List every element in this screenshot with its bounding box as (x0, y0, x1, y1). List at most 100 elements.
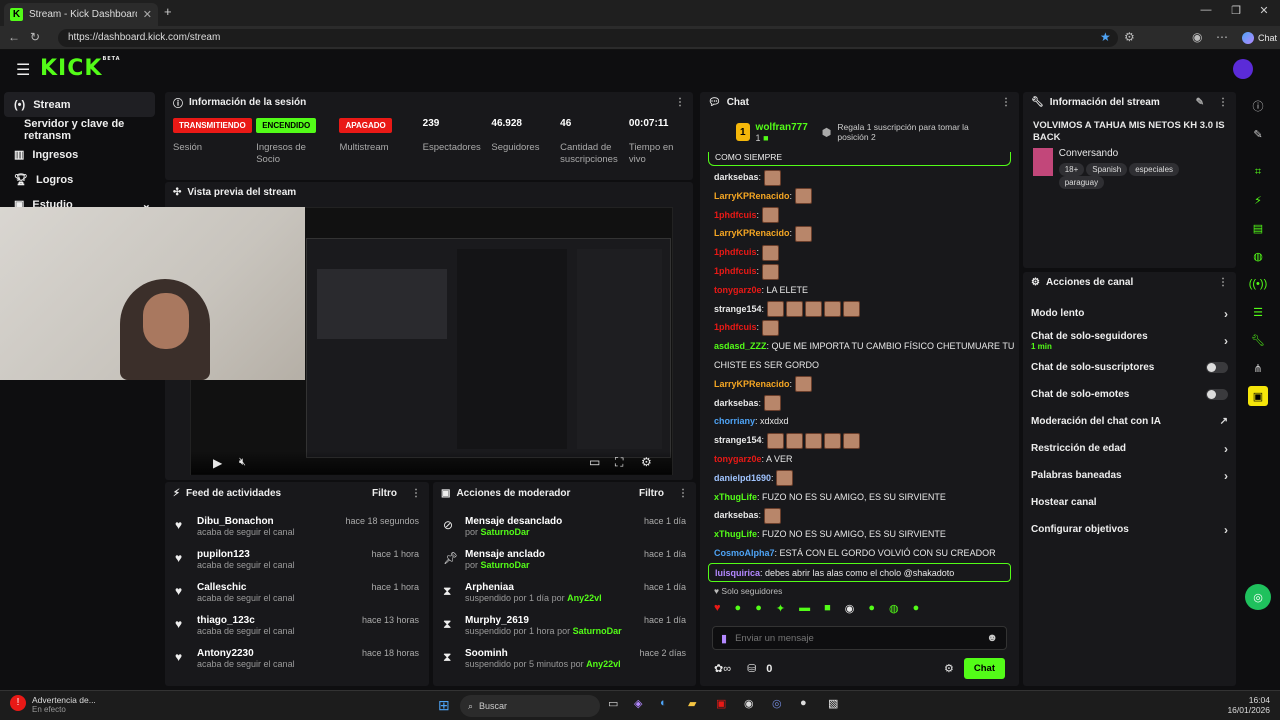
lightning-icon[interactable]: ⚡︎ (1248, 190, 1268, 210)
sidebar-item-stream[interactable]: (•) Stream (4, 92, 155, 117)
emote-icon[interactable]: ✦ (776, 602, 785, 618)
feed-user[interactable]: Calleschic (197, 582, 295, 593)
channel-action[interactable]: Restricción de edad › (1023, 435, 1236, 462)
pencil-icon[interactable]: ✎ (1248, 124, 1268, 144)
emoji-icon[interactable]: ☻ (986, 632, 998, 644)
mod-user[interactable]: SaturnoDar (481, 560, 530, 570)
chat-settings-icon[interactable]: ⚙ (944, 662, 954, 675)
stream-tag[interactable]: Spanish (1086, 163, 1128, 176)
stream-tag[interactable]: 18+ (1058, 163, 1085, 176)
chat-username[interactable]: xThugLife (714, 492, 757, 502)
stream-tag[interactable]: paraguay (1058, 176, 1105, 189)
broadcast-icon[interactable]: ((•)) (1248, 274, 1268, 294)
emote-icon[interactable]: ● (868, 602, 875, 618)
channel-action[interactable]: Palabras baneadas › (1023, 462, 1236, 489)
explorer-icon[interactable]: ▰ (688, 697, 696, 710)
play-icon[interactable]: ▶ (213, 456, 222, 470)
edge-icon[interactable]: ◐ (660, 697, 667, 709)
minimize-icon[interactable]: — (1196, 4, 1216, 16)
sidebar-item-achievements[interactable]: 🏆︎ Logros (0, 167, 163, 192)
feed-menu-icon[interactable]: ⋮ (411, 488, 421, 499)
chat-message-input[interactable] (735, 632, 979, 644)
channel-action[interactable]: Modo lento › (1023, 300, 1236, 327)
chat-username[interactable]: CosmoAlpha7 (714, 548, 775, 558)
kick-app-icon[interactable]: ▧ (828, 697, 838, 710)
extensions-icon[interactable]: ⚙ (1124, 30, 1135, 44)
chat-username[interactable]: darksebas (714, 510, 759, 520)
browser-tab[interactable]: K Stream - Kick Dashboard ✕ (4, 3, 158, 26)
chat-username[interactable]: 1phdfcuis (714, 247, 757, 257)
emote-icon[interactable]: ♥ (714, 602, 721, 618)
back-icon[interactable]: ← (8, 30, 20, 44)
channel-action[interactable]: Hostear canal (1023, 489, 1236, 516)
feed-user[interactable]: Antony2230 (197, 648, 295, 659)
mute-icon[interactable]: 🔇︎ (239, 456, 246, 469)
chat-input-box[interactable]: ▮ ☻ (712, 626, 1007, 650)
channel-action[interactable]: Chat de solo-suscriptores (1023, 354, 1236, 381)
toggle-switch[interactable] (1206, 362, 1228, 373)
copilot-app-icon[interactable]: ◈ (634, 697, 642, 710)
emote-icon[interactable]: ◉ (845, 602, 855, 618)
chat-username[interactable]: luisquirica (715, 568, 760, 578)
mod-filter-button[interactable]: Filtro (639, 488, 664, 499)
chat-username[interactable]: danielpd1690 (714, 473, 771, 483)
emote-icon[interactable]: ● (755, 602, 762, 618)
mod-user[interactable]: Any22vl (586, 659, 621, 669)
sidebar-item-server-key[interactable]: Servidor y clave de retransm (0, 117, 163, 142)
taskbar-search[interactable]: ⌕ Buscar (460, 695, 600, 717)
mic-icon[interactable]: ▮ (721, 632, 727, 645)
discord-icon[interactable]: ◎ (772, 697, 782, 710)
info-icon[interactable]: ⓘ (1248, 96, 1268, 116)
emote-icon[interactable]: ▬ (799, 602, 810, 618)
fullscreen-icon[interactable]: ⛶ (615, 455, 623, 470)
settings-gear-icon[interactable]: ⚙ (641, 455, 652, 469)
taskview-icon[interactable]: ▭ (608, 697, 618, 710)
chat-username[interactable]: tonygarz0e (714, 454, 762, 464)
chat-username[interactable]: 1phdfcuis (714, 266, 757, 276)
channel-action[interactable]: Moderación del chat con IA ↗ (1023, 408, 1236, 435)
scan-icon[interactable]: ⌗ (1248, 162, 1268, 182)
steam-icon[interactable]: ◉ (744, 697, 754, 710)
stream-tag[interactable]: especiales (1129, 163, 1180, 176)
emote-icon[interactable]: ■ (824, 602, 831, 618)
channel-menu-icon[interactable]: ⋮ (1218, 277, 1228, 288)
mod-user[interactable]: SaturnoDar (481, 527, 530, 537)
chat-username[interactable]: LarryKPRenacido (714, 228, 790, 238)
chat-icon[interactable]: ◍ (1248, 246, 1268, 266)
mod-user[interactable]: SaturnoDar (573, 626, 622, 636)
profile-avatar[interactable]: ◉ (1192, 30, 1202, 44)
user-avatar[interactable] (1233, 59, 1253, 79)
url-input[interactable]: https://dashboard.kick.com/stream (58, 29, 1118, 47)
channel-action[interactable]: Chat de solo-emotes (1023, 381, 1236, 408)
new-tab-button[interactable]: + (164, 4, 172, 19)
chat-username[interactable]: LarryKPRenacido (714, 379, 790, 389)
feed-user[interactable]: pupilon123 (197, 549, 295, 560)
reload-icon[interactable]: ↻ (30, 30, 40, 44)
treasure-icon[interactable]: ⛁ (747, 662, 756, 675)
emote-icon[interactable]: ● (735, 602, 742, 618)
hamburger-menu-icon[interactable]: ☰ (16, 60, 30, 80)
close-tab-icon[interactable]: ✕ (143, 8, 152, 21)
kicks-icon[interactable]: ✿∞ (714, 662, 731, 675)
browser-menu-icon[interactable]: ⋯ (1216, 30, 1228, 44)
clapper-icon[interactable]: ▣ (1248, 386, 1268, 406)
feed-user[interactable]: Dibu_Bonachon (197, 516, 295, 527)
chat-username[interactable]: darksebas (714, 172, 759, 182)
feed-user[interactable]: thiago_123c (197, 615, 295, 626)
send-chat-button[interactable]: Chat (963, 658, 1005, 679)
app-icon[interactable]: ▣ (716, 697, 726, 710)
tool-icon[interactable]: 🔧︎ (1248, 330, 1268, 350)
windows-start-icon[interactable]: ⊞ (438, 697, 450, 714)
copilot-chat-button[interactable]: Chat (1236, 29, 1280, 47)
theater-icon[interactable]: ▭ (589, 455, 600, 469)
notification-widget[interactable]: ! Advertencia de... En efecto (10, 695, 96, 714)
edit-pencil-icon[interactable]: ✎ (1196, 97, 1204, 108)
stack-icon[interactable]: ☰ (1248, 302, 1268, 322)
chat-menu-icon[interactable]: ⋮ (1001, 97, 1011, 108)
obs-icon[interactable]: ● (800, 697, 807, 709)
maximize-icon[interactable]: ❐ (1226, 4, 1246, 17)
chat-username[interactable]: 1phdfcuis (714, 322, 757, 332)
system-clock[interactable]: 16:04 16/01/2026 (1224, 695, 1270, 715)
mod-user[interactable]: Any22vl (567, 593, 602, 603)
chat-username[interactable]: LarryKPRenacido (714, 191, 790, 201)
